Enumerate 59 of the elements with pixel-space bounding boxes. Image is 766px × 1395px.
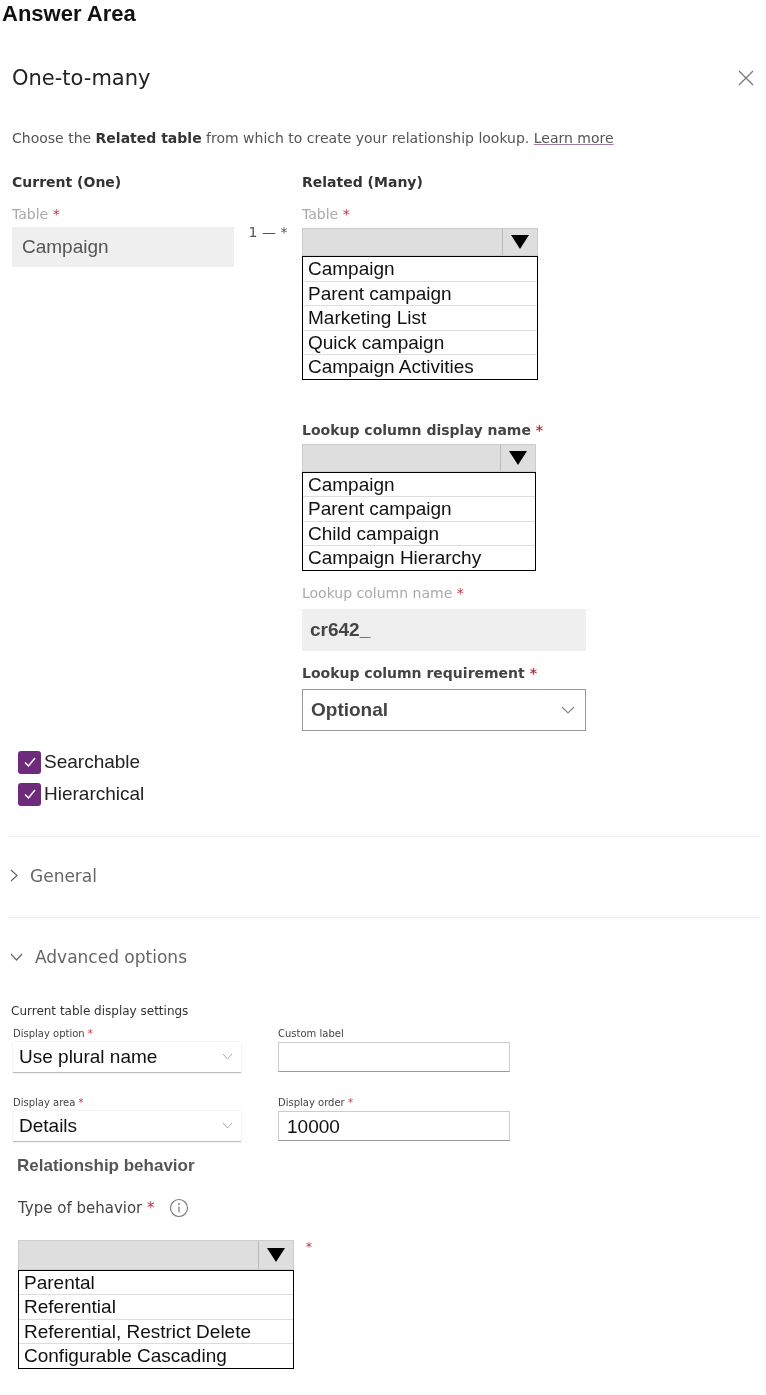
required-mark: * [306,1239,312,1254]
chevron-right-icon [10,869,18,882]
dropdown-field[interactable] [302,228,538,256]
section-heading: Relationship behavior [17,1155,196,1176]
dropdown-arrow-icon [511,235,529,249]
dropdown-option[interactable]: Configurable Cascading [19,1343,293,1368]
dropdown-option[interactable]: Campaign Hierarchy [303,545,535,570]
input-field[interactable] [278,1041,510,1072]
dropdown-field[interactable] [302,443,536,472]
chevron-down-icon [222,1053,233,1060]
field-label: Table * [12,205,61,224]
checkbox[interactable] [18,750,41,774]
section-toggle[interactable]: General [10,864,766,887]
dropdown-option[interactable]: Campaign Activities [303,354,537,379]
column-name-field[interactable]: cr642_ [302,608,586,651]
dropdown-option[interactable]: Parent campaign [303,280,537,305]
table-field: Campaign [12,227,234,267]
chevron-down-icon [222,1122,233,1129]
dropdown-option[interactable]: Referential [19,1294,293,1319]
dropdown-arrow-icon [267,1247,285,1262]
field-label: Lookup column name * [302,583,464,603]
info-icon[interactable] [168,1197,189,1218]
field-label: Lookup column display name * [302,420,544,440]
input-field[interactable]: 10000 [278,1110,510,1141]
column-heading: Related (Many) [302,173,423,192]
dropdown-field[interactable] [18,1239,294,1270]
checkbox[interactable] [18,782,41,806]
dropdown-arrow-icon [509,450,527,465]
dropdown-option[interactable]: Campaign [303,257,537,281]
select-field[interactable]: Details [13,1110,241,1142]
field-label: Type of behavior * [18,1198,155,1217]
dropdown-option[interactable]: Quick campaign [303,329,537,354]
checkbox-label: Hierarchical [44,783,145,805]
chevron-down-icon [10,952,23,961]
page-heading: Answer Area [1,0,137,28]
intro-text: Choose the Related table from which to create your relationship lookup. Learn more [12,130,615,146]
section-toggle[interactable]: Advanced options [10,945,766,968]
dropdown-option[interactable]: Parental [19,1270,293,1294]
learn-more-link[interactable]: Learn more [533,130,614,146]
checkbox-label: Searchable [44,751,141,773]
close-icon[interactable] [738,70,754,86]
dropdown-option[interactable]: Marketing List [303,305,537,330]
chevron-down-icon [561,705,575,714]
dropdown-option[interactable]: Referential, Restrict Delete [19,1318,293,1343]
dropdown-option[interactable]: Campaign [303,472,535,496]
column-heading: Current (One) [12,173,123,192]
panel-title: One-to-many [12,66,151,90]
field-label: Table * [302,205,350,224]
dropdown-option[interactable]: Parent campaign [303,496,535,521]
requirement-select[interactable]: Optional [302,688,586,731]
dropdown-option[interactable]: Child campaign [303,520,535,545]
field-label: Display option * [13,1027,94,1041]
field-label: Custom label [278,1027,345,1041]
cardinality-label: 1 — * [247,224,289,242]
field-label: Lookup column requirement * [302,663,537,683]
settings-subheading: Current table display settings [11,1003,190,1018]
field-label: Display area * [13,1096,85,1110]
select-field[interactable]: Use plural name [13,1041,241,1073]
field-label: Display order * [278,1096,354,1110]
